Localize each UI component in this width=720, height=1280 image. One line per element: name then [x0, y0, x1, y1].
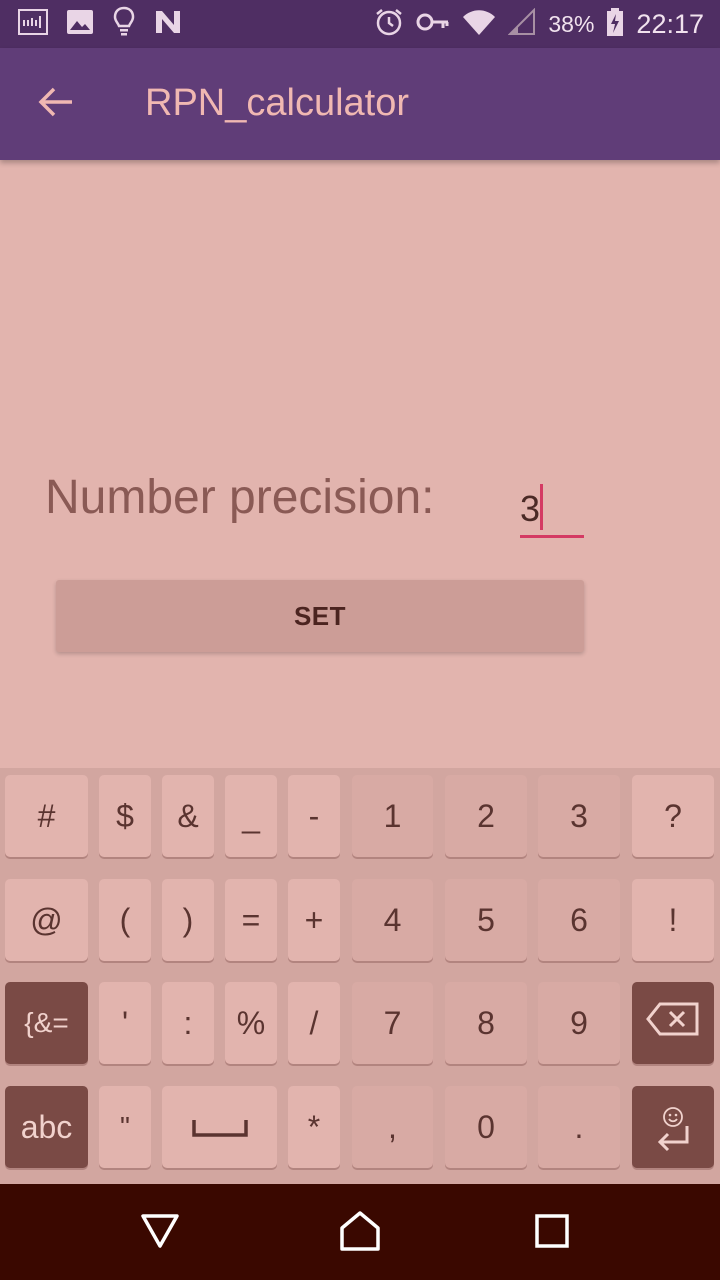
key-hash[interactable]: # — [5, 775, 88, 857]
nav-recents-icon — [535, 1213, 569, 1253]
key-4[interactable]: 4 — [352, 879, 433, 961]
key-5[interactable]: 5 — [445, 879, 527, 961]
wifi-icon — [462, 8, 496, 41]
arrow-back-icon — [38, 86, 74, 123]
n-logo-icon — [154, 9, 182, 40]
cell-signal-icon — [507, 7, 536, 41]
alarm-icon — [374, 7, 404, 42]
status-bar: 38% 22:17 — [0, 0, 720, 48]
key-icon — [416, 11, 450, 38]
key-dollar[interactable]: $ — [99, 775, 151, 857]
key-8[interactable]: 8 — [445, 982, 527, 1064]
key-colon[interactable]: : — [162, 982, 214, 1064]
key-comma[interactable]: , — [352, 1086, 433, 1168]
lightbulb-icon — [112, 6, 136, 43]
key-underscore[interactable]: _ — [225, 775, 277, 857]
clock: 22:17 — [636, 8, 704, 39]
image-icon — [66, 9, 94, 40]
key-period[interactable]: . — [538, 1086, 620, 1168]
key-slash[interactable]: / — [288, 982, 340, 1064]
signal-strength-icon — [18, 8, 48, 40]
key-equals[interactable]: = — [225, 879, 277, 961]
nav-back-button[interactable] — [132, 1208, 188, 1258]
battery-charging-icon — [606, 7, 624, 42]
set-button[interactable]: SET — [56, 580, 584, 652]
key-exclamation[interactable]: ! — [632, 879, 714, 961]
key-apostrophe[interactable]: ' — [99, 982, 151, 1064]
key-backspace[interactable] — [632, 982, 714, 1064]
nav-home-icon — [339, 1210, 381, 1257]
precision-input[interactable] — [520, 482, 584, 538]
key-9[interactable]: 9 — [538, 982, 620, 1064]
keyboard: # $ & _ - 1 2 3 ? @ ( ) = + 4 5 6 ! {&= … — [0, 768, 720, 1184]
key-6[interactable]: 6 — [538, 879, 620, 961]
app-title: RPN_calculator — [145, 82, 409, 124]
text-cursor — [540, 484, 543, 530]
key-abc[interactable]: abc — [5, 1086, 88, 1168]
key-quote[interactable]: " — [99, 1086, 151, 1168]
key-ampersand[interactable]: & — [162, 775, 214, 857]
key-plus[interactable]: + — [288, 879, 340, 961]
key-asterisk[interactable]: * — [288, 1086, 340, 1168]
backspace-icon — [646, 1002, 700, 1044]
key-2[interactable]: 2 — [445, 775, 527, 857]
key-question[interactable]: ? — [632, 775, 714, 857]
space-bar-icon — [191, 1109, 249, 1146]
battery-percent: 38% — [548, 10, 595, 37]
smiley-icon — [662, 1099, 684, 1127]
key-paren-close[interactable]: ) — [162, 879, 214, 961]
back-button[interactable] — [30, 78, 82, 130]
key-percent[interactable]: % — [225, 982, 277, 1064]
key-space[interactable] — [162, 1086, 277, 1168]
enter-icon — [655, 1123, 691, 1155]
app-bar: RPN_calculator — [0, 48, 720, 160]
key-enter[interactable] — [632, 1086, 714, 1168]
nav-back-icon — [140, 1213, 180, 1254]
key-7[interactable]: 7 — [352, 982, 433, 1064]
key-minus[interactable]: - — [288, 775, 340, 857]
key-1[interactable]: 1 — [352, 775, 433, 857]
key-at[interactable]: @ — [5, 879, 88, 961]
key-0[interactable]: 0 — [445, 1086, 527, 1168]
key-paren-open[interactable]: ( — [99, 879, 151, 961]
nav-recents-button[interactable] — [524, 1208, 580, 1258]
nav-home-button[interactable] — [332, 1208, 388, 1258]
key-symbols-toggle[interactable]: {&= — [5, 982, 88, 1064]
key-3[interactable]: 3 — [538, 775, 620, 857]
precision-label: Number precision: — [45, 471, 435, 524]
navigation-bar — [0, 1184, 720, 1280]
